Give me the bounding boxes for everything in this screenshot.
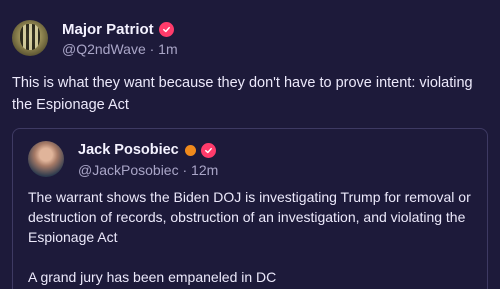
- quoted-text: The warrant shows the Biden DOJ is inves…: [28, 187, 473, 287]
- timestamp: · 1m: [149, 41, 178, 57]
- display-name[interactable]: Major Patriot: [62, 21, 154, 38]
- quoted-author: Jack Posobiec @JackPosobiec · 12m: [28, 141, 218, 178]
- post-text: This is what they want because they don'…: [12, 75, 473, 113]
- author-names: Major Patriot @Q2ndWave · 1m: [62, 20, 178, 58]
- quoted-handle[interactable]: @JackPosobiec: [78, 162, 179, 178]
- quoted-paragraph: The warrant shows the Biden DOJ is inves…: [28, 189, 471, 245]
- quoted-handle-row: @JackPosobiec · 12m: [78, 162, 218, 178]
- verified-badge-icon: [158, 21, 174, 37]
- orange-dot-icon: [184, 144, 196, 156]
- handle-row: @Q2ndWave · 1m: [62, 41, 178, 57]
- avatar[interactable]: [12, 20, 48, 56]
- post-card: Major Patriot @Q2ndWave · 1m This is wha…: [0, 0, 500, 289]
- quoted-author-names: Jack Posobiec @JackPosobiec · 12m: [78, 141, 218, 178]
- quoted-name-row: Jack Posobiec: [78, 141, 218, 159]
- quoted-timestamp: · 12m: [182, 162, 219, 178]
- quoted-avatar[interactable]: [28, 141, 64, 177]
- handle[interactable]: @Q2ndWave: [62, 41, 146, 57]
- quoted-paragraph: A grand jury has been empaneled in DC: [28, 269, 277, 285]
- quoted-post[interactable]: Jack Posobiec @JackPosobiec · 12m The wa…: [12, 128, 488, 289]
- quoted-display-name[interactable]: Jack Posobiec: [78, 142, 179, 158]
- display-name-row: Major Patriot: [62, 20, 178, 38]
- verified-badge-icon: [200, 142, 216, 158]
- post-author: Major Patriot @Q2ndWave · 1m: [12, 20, 178, 57]
